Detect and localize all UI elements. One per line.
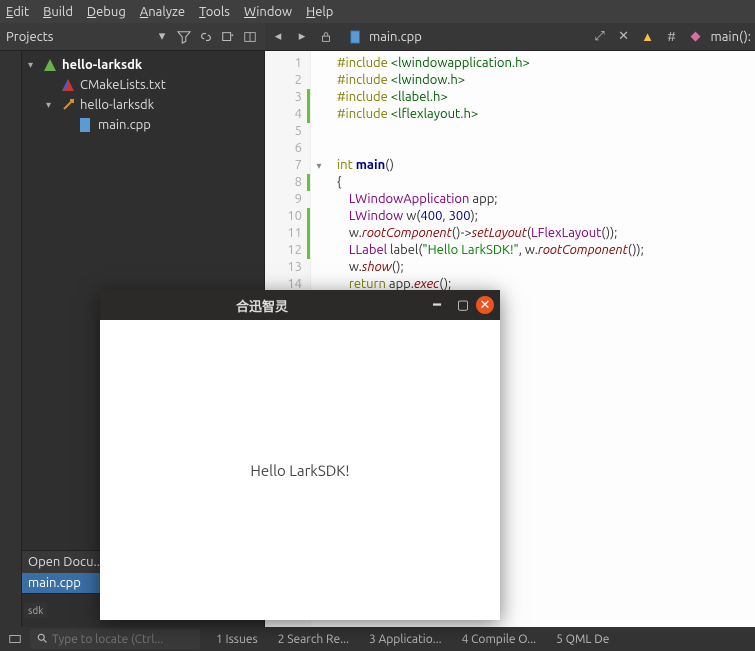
chevron-down-icon[interactable]: ▾ xyxy=(46,99,56,111)
line-number: 10 xyxy=(265,208,310,225)
link-icon[interactable] xyxy=(197,28,215,46)
maximize-button[interactable]: ▢ xyxy=(450,292,476,318)
line-number: 6 xyxy=(265,140,310,157)
tree-target[interactable]: ▾ hello-larksdk xyxy=(22,95,264,115)
app-window-title: 合迅智灵 xyxy=(100,296,424,315)
tree-main-cpp[interactable]: main.cpp xyxy=(22,115,264,135)
app-window-body: Hello LarkSDK! xyxy=(100,320,500,620)
code-line[interactable]: LWindowApplication app; xyxy=(337,191,745,208)
code-line[interactable]: #include <llabel.h> xyxy=(337,89,745,106)
code-line[interactable]: #include <lflexlayout.h> xyxy=(337,106,745,123)
expand-icon[interactable]: ⤢ xyxy=(591,28,609,46)
close-button[interactable]: ✕ xyxy=(476,296,494,314)
menu-window[interactable]: Window xyxy=(244,5,292,19)
split-icon[interactable] xyxy=(241,28,259,46)
output-pane-icon[interactable] xyxy=(6,630,24,648)
line-number: 3 xyxy=(265,89,310,106)
target-icon xyxy=(60,97,76,113)
code-line[interactable]: #include <lwindow.h> xyxy=(337,72,745,89)
bookmark-icon[interactable]: ◆ xyxy=(687,28,705,46)
sidebar-tab[interactable]: sdk xyxy=(24,603,47,618)
menu-build[interactable]: Build xyxy=(43,5,73,19)
editor-tab-filename: main.cpp xyxy=(369,30,422,44)
line-number: 12 xyxy=(265,242,310,259)
locator-search[interactable] xyxy=(30,629,200,649)
code-line[interactable]: LWindow w(400, 300); xyxy=(337,208,745,225)
line-number: 7 xyxy=(265,157,310,174)
chevron-down-icon[interactable]: ▾ xyxy=(28,59,38,71)
warning-icon[interactable]: ▲ xyxy=(639,28,657,46)
code-line[interactable]: LLabel label("Hello LarkSDK!", w.rootCom… xyxy=(337,242,745,259)
statusbar-item[interactable]: 2 Search Re... xyxy=(268,633,359,646)
line-number: 4 xyxy=(265,106,310,123)
code-line[interactable] xyxy=(337,123,745,140)
dropdown-icon[interactable]: ▾ xyxy=(153,28,171,46)
locator-input[interactable] xyxy=(52,633,194,646)
left-tool-strip xyxy=(0,51,22,627)
line-number: 11 xyxy=(265,225,310,242)
back-icon[interactable]: ◂ xyxy=(269,28,287,46)
line-number: 1 xyxy=(265,55,310,72)
app-titlebar[interactable]: 合迅智灵 ━ ▢ ✕ xyxy=(100,290,500,320)
code-line[interactable]: { xyxy=(337,174,745,191)
cmake-file-icon xyxy=(60,77,76,93)
breadcrumb[interactable]: main(): xyxy=(711,30,751,44)
line-number: 2 xyxy=(265,72,310,89)
code-line[interactable]: w.rootComponent()->setLayout(LFlexLayout… xyxy=(337,225,745,242)
code-line[interactable]: #include <lwindowapplication.h> xyxy=(337,55,745,72)
add-icon[interactable] xyxy=(219,28,237,46)
tree-label: CMakeLists.txt xyxy=(80,78,166,92)
toolbar: Projects ▾ ◂ ▸ main.cpp ⤢ ✕ ▲ # ◆ main()… xyxy=(0,23,755,51)
tree-project-root[interactable]: ▾ hello-larksdk xyxy=(22,55,264,75)
statusbar-item[interactable]: 5 QML De xyxy=(546,633,619,646)
menu-edit[interactable]: Edit xyxy=(6,5,29,19)
hello-label: Hello LarkSDK! xyxy=(250,462,349,479)
minimize-button[interactable]: ━ xyxy=(424,292,450,318)
tree-cmakelists[interactable]: CMakeLists.txt xyxy=(22,75,264,95)
code-line[interactable]: int main() xyxy=(337,157,745,174)
editor-tab-bar: ◂ ▸ main.cpp ⤢ ✕ ▲ # ◆ main(): xyxy=(265,23,755,50)
menu-help[interactable]: Help xyxy=(306,5,333,19)
menu-analyze[interactable]: Analyze xyxy=(140,5,185,19)
code-line[interactable] xyxy=(337,140,745,157)
tree-label: hello-larksdk xyxy=(62,58,142,72)
lock-icon[interactable] xyxy=(317,28,335,46)
code-line[interactable]: w.show(); xyxy=(337,259,745,276)
status-bar: 1 Issues2 Search Re...3 Applicatio...4 C… xyxy=(0,627,755,651)
line-number: 5 xyxy=(265,123,310,140)
statusbar-item[interactable]: 1 Issues xyxy=(206,633,268,646)
projects-panel-title: Projects xyxy=(6,30,149,44)
editor-tab-main-cpp[interactable]: main.cpp xyxy=(339,23,430,50)
filter-icon[interactable] xyxy=(175,28,193,46)
statusbar-item[interactable]: 3 Applicatio... xyxy=(359,633,452,646)
cpp-file-icon xyxy=(78,117,94,133)
tree-label: hello-larksdk xyxy=(80,98,154,112)
line-number: 9 xyxy=(265,191,310,208)
menu-bar: Edit Build Debug Analyze Tools Window He… xyxy=(0,0,755,23)
forward-icon[interactable]: ▸ xyxy=(293,28,311,46)
tree-label: main.cpp xyxy=(98,118,151,132)
close-tab-icon[interactable]: ✕ xyxy=(615,28,633,46)
fold-toggle-icon[interactable]: ▾ xyxy=(311,157,327,174)
line-number: 8 xyxy=(265,174,310,191)
cpp-file-icon xyxy=(347,28,365,46)
projects-panel-header: Projects ▾ xyxy=(0,23,265,50)
menu-tools[interactable]: Tools xyxy=(199,5,230,19)
hash-icon[interactable]: # xyxy=(663,28,681,46)
line-number: 13 xyxy=(265,259,310,276)
menu-debug[interactable]: Debug xyxy=(87,5,126,19)
statusbar-item[interactable]: 4 Compile O... xyxy=(452,633,547,646)
project-icon xyxy=(42,57,58,73)
search-icon xyxy=(36,632,48,647)
app-window[interactable]: 合迅智灵 ━ ▢ ✕ Hello LarkSDK! xyxy=(100,290,500,620)
